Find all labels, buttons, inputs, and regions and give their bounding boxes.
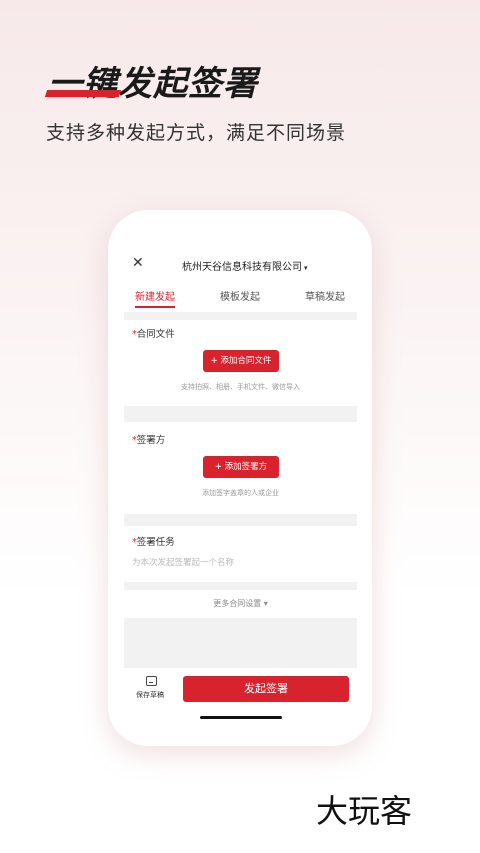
chevron-down-icon: ▾ — [304, 264, 308, 272]
tab-new[interactable]: 新建发起 — [135, 288, 175, 303]
submit-sign-button[interactable]: 发起签署 — [183, 676, 349, 702]
tab-draft[interactable]: 草稿发起 — [305, 288, 345, 303]
tab-bar: 新建发起 模板发起 草稿发起 — [124, 286, 357, 312]
hero-title-underline — [44, 90, 122, 97]
contract-label: *合同文件 — [132, 329, 175, 340]
bottom-action-bar: 保存草稿 发起签署 — [124, 668, 357, 720]
phone-mockup: ✕ 杭州天谷信息科技有限公司 ▾ 新建发起 模板发起 草稿发起 *合同文件 + 添… — [108, 210, 372, 746]
more-settings-toggle[interactable]: 更多合同设置 ▾ — [124, 598, 357, 609]
signer-hint: 添加签字盖章的人或企业 — [202, 489, 279, 497]
add-signer-button[interactable]: + 添加签署方 — [203, 456, 279, 478]
home-indicator — [200, 716, 282, 719]
task-section: *签署任务 为本次发起签署起一个名称 — [124, 526, 357, 582]
more-settings-row: 更多合同设置 ▾ — [124, 590, 357, 618]
watermark-logo: 大玩客 — [316, 792, 413, 830]
close-icon[interactable]: ✕ — [132, 255, 144, 271]
add-contract-button[interactable]: + 添加合同文件 — [203, 350, 279, 372]
task-name-input[interactable]: 为本次发起签署起一个名称 — [132, 556, 234, 568]
active-tab-indicator — [135, 306, 175, 308]
contract-section: *合同文件 + 添加合同文件 支持拍照、相册、手机文件、微信导入 — [124, 320, 357, 406]
hero-subtitle: 支持多种发起方式，满足不同场景 — [46, 122, 347, 144]
contract-hint: 支持拍照、相册、手机文件、微信导入 — [181, 383, 300, 391]
signer-section: *签署方 + 添加签署方 添加签字盖章的人或企业 — [124, 422, 357, 514]
company-selector[interactable]: 杭州天谷信息科技有限公司 ▾ — [182, 258, 308, 273]
company-name: 杭州天谷信息科技有限公司 — [182, 262, 302, 273]
hero-title: 一键发起签署 — [48, 64, 258, 104]
signer-label: *签署方 — [132, 435, 166, 446]
app-screen: ✕ 杭州天谷信息科技有限公司 ▾ 新建发起 模板发起 草稿发起 *合同文件 + 添… — [124, 242, 357, 720]
save-draft-label: 保存草稿 — [136, 691, 164, 699]
draft-box-icon — [146, 676, 157, 686]
task-label: *签署任务 — [132, 537, 175, 548]
tab-template[interactable]: 模板发起 — [220, 288, 260, 303]
title-bar: ✕ 杭州天谷信息科技有限公司 ▾ — [124, 242, 357, 286]
